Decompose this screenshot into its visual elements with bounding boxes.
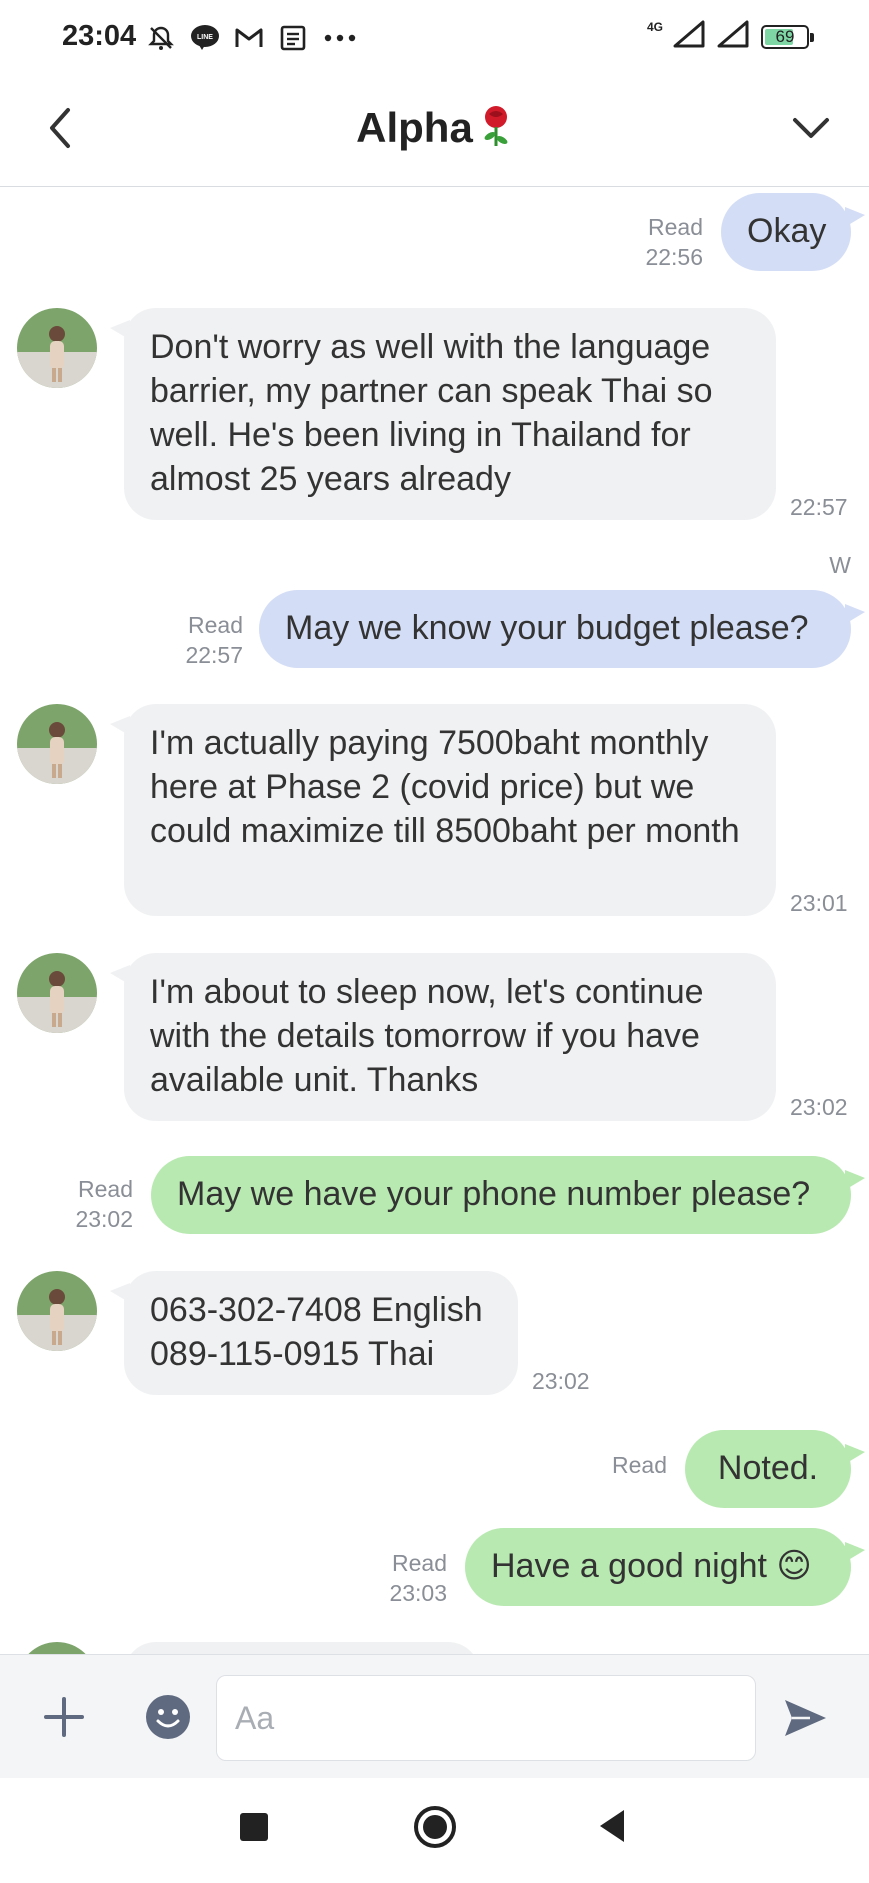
home-button[interactable]: [413, 1805, 457, 1849]
message-meta: Read: [612, 1450, 667, 1480]
contact-avatar[interactable]: [17, 704, 97, 784]
battery-level: 69: [775, 26, 795, 46]
message-bubble[interactable]: Don't worry as well with the language ba…: [110, 308, 776, 520]
emoji-button[interactable]: [144, 1693, 192, 1741]
contact-name: Alpha: [356, 104, 473, 151]
message-time: 23:03: [389, 1580, 447, 1606]
message-time: 23:02: [790, 1094, 848, 1120]
contact-avatar[interactable]: [17, 953, 97, 1033]
chevron-down-icon: [793, 118, 829, 138]
read-status: Read: [612, 1452, 667, 1478]
battery-icon: 69: [761, 24, 814, 49]
message-bubble[interactable]: 063-302-7408 English 089-115-0915 Thai: [110, 1271, 518, 1395]
svg-text:LINE: LINE: [197, 34, 213, 41]
line-app-icon: LINE: [190, 23, 220, 53]
message-bubble[interactable]: Okay: [721, 193, 865, 271]
message-input[interactable]: [216, 1675, 756, 1761]
message-bubble[interactable]: I'm about to sleep now, let's continue w…: [110, 953, 776, 1121]
message-time: 22:57: [790, 494, 848, 520]
contact-avatar[interactable]: [17, 1271, 97, 1351]
message-time: 23:02: [532, 1368, 590, 1394]
message-time: 23:01: [790, 890, 848, 916]
signal-icon: [717, 20, 751, 53]
chat-header: Alpha: [0, 78, 869, 187]
message-bubble[interactable]: [124, 1642, 480, 1654]
more-icon: [322, 23, 358, 53]
system-indicators: 4G 69: [646, 19, 814, 53]
read-status: Read: [392, 1550, 447, 1576]
message-meta: Read 22:56: [645, 212, 703, 272]
message-bubble[interactable]: Have a good night 😊: [465, 1528, 865, 1606]
message-time: 22:56: [645, 244, 703, 270]
status-time: 23:04: [62, 20, 137, 52]
read-status: Read: [648, 214, 703, 240]
contact-avatar[interactable]: [17, 1642, 97, 1654]
news-icon: [278, 23, 308, 53]
sender-initial: W: [829, 552, 851, 578]
chat-messages[interactable]: Read 22:56 Okay Don't worry as well with…: [0, 188, 869, 1654]
signal-icon: [673, 20, 707, 53]
message-meta: Read 23:02: [75, 1174, 133, 1234]
message-meta: Read 22:57: [185, 610, 243, 670]
triangle-back-icon: [600, 1810, 624, 1842]
read-status: Read: [188, 612, 243, 638]
system-nav-bar: [0, 1778, 869, 1883]
dnd-off-icon: [146, 23, 176, 53]
message-input-bar: [0, 1654, 869, 1779]
send-button[interactable]: [780, 1693, 830, 1743]
contact-avatar[interactable]: [17, 308, 97, 388]
message-meta: Read 23:03: [389, 1548, 447, 1608]
message-time: 23:02: [75, 1206, 133, 1232]
chat-title[interactable]: Alpha: [0, 100, 869, 156]
recent-apps-button[interactable]: [240, 1813, 268, 1841]
network-4g-label: 4G: [646, 19, 663, 34]
read-status: Read: [78, 1176, 133, 1202]
home-circle-icon: [414, 1806, 456, 1848]
smiley-icon: [146, 1695, 190, 1739]
rose-emoji-icon: [479, 104, 513, 153]
status-bar: 23:04 LINE 4G 69: [0, 0, 869, 78]
message-bubble[interactable]: I'm actually paying 7500baht monthly her…: [110, 704, 776, 916]
gmail-icon: [234, 23, 264, 53]
message-bubble[interactable]: May we know your budget please?: [259, 590, 865, 668]
message-bubble[interactable]: May we have your phone number please?: [151, 1156, 865, 1234]
message-bubble[interactable]: Noted.: [685, 1430, 865, 1508]
add-attachment-button[interactable]: [38, 1691, 90, 1743]
send-icon: [785, 1700, 826, 1736]
menu-dropdown-button[interactable]: [783, 100, 839, 156]
plus-icon: [44, 1697, 84, 1737]
nav-back-button[interactable]: [596, 1808, 626, 1844]
notification-icons: LINE: [146, 22, 358, 54]
message-time: 22:57: [185, 642, 243, 668]
